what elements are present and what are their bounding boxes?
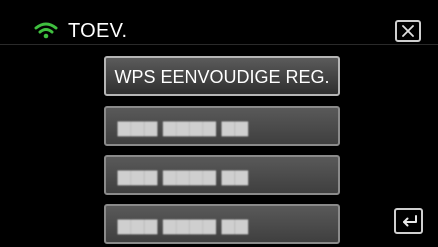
- back-button[interactable]: [394, 208, 423, 234]
- network-item-1-button[interactable]: ▆▆▆ ▆▆▆▆ ▆▆: [104, 106, 340, 146]
- return-icon: [403, 215, 417, 227]
- wps-easy-registration-button[interactable]: WPS EENVOUDIGE REG.: [104, 56, 340, 96]
- header-divider: [0, 44, 438, 45]
- network-item-3-label: ▆▆▆ ▆▆▆▆ ▆▆: [118, 217, 249, 234]
- network-item-3-button[interactable]: ▆▆▆ ▆▆▆▆ ▆▆: [104, 204, 340, 244]
- network-item-2-label: ▆▆▆ ▆▆▆▆ ▆▆: [118, 168, 249, 185]
- page-title: TOEV.: [68, 20, 128, 42]
- close-button[interactable]: [395, 20, 421, 42]
- screen: TOEV. WPS EENVOUDIGE REG. ▆▆▆ ▆▆▆▆ ▆▆ ▆▆…: [0, 0, 438, 247]
- header-bar: TOEV.: [0, 0, 438, 44]
- wps-button-label: WPS EENVOUDIGE REG.: [114, 67, 330, 87]
- wifi-icon: [34, 22, 58, 39]
- close-icon: [402, 25, 414, 37]
- network-item-1-label: ▆▆▆ ▆▆▆▆ ▆▆: [118, 119, 249, 136]
- network-item-2-button[interactable]: ▆▆▆ ▆▆▆▆ ▆▆: [104, 155, 340, 195]
